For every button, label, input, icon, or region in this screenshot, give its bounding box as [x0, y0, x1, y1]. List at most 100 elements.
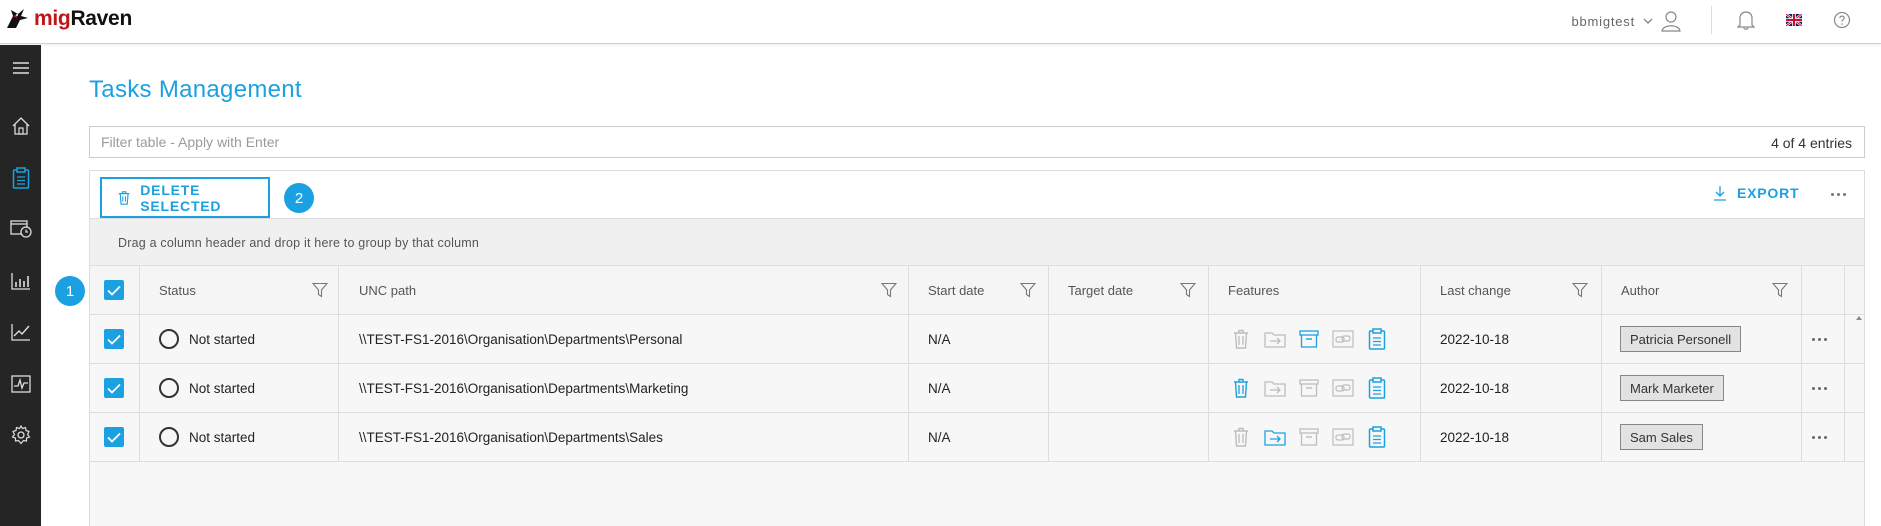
clipboard-icon[interactable]	[1366, 377, 1388, 399]
filter-table-input[interactable]	[90, 127, 1590, 157]
group-by-drop-zone[interactable]: Drag a column header and drop it here to…	[89, 218, 1865, 265]
row-select-checkbox[interactable]	[104, 378, 124, 398]
column-header-unc-path[interactable]: UNC path	[359, 266, 416, 314]
column-divider	[1048, 364, 1049, 412]
menu-hamburger-icon[interactable]	[0, 53, 41, 83]
move-folder-icon[interactable]	[1264, 328, 1286, 350]
table-row[interactable]: Not started \\TEST-FS1-2016\Organisation\…	[90, 314, 1864, 363]
author-cell: Mark Marketer	[1620, 364, 1724, 412]
start-date-cell: N/A	[928, 429, 951, 445]
move-folder-icon[interactable]	[1264, 426, 1286, 448]
column-divider	[1420, 413, 1421, 461]
column-divider	[1048, 266, 1049, 314]
target-date-filter-funnel-icon[interactable]	[1180, 282, 1196, 298]
column-divider	[1801, 364, 1802, 412]
top-bar: migRaven bbmigtest	[0, 0, 1881, 44]
column-divider	[1801, 266, 1802, 314]
status-circle-icon	[159, 378, 179, 398]
toolbar-more-options-icon[interactable]	[1831, 193, 1846, 196]
notifications-bell-icon[interactable]	[1734, 8, 1758, 32]
table-row[interactable]: Not started \\TEST-FS1-2016\Organisation\…	[90, 363, 1864, 412]
row-more-options-icon[interactable]	[1812, 337, 1827, 341]
column-header-last-change[interactable]: Last change	[1440, 266, 1511, 314]
row-more-cell	[1812, 315, 1827, 363]
column-divider	[139, 364, 140, 412]
archive-icon[interactable]	[1298, 377, 1320, 399]
author-cell: Sam Sales	[1620, 413, 1703, 461]
scheduled-tasks-icon[interactable]	[0, 214, 41, 244]
status-text: Not started	[189, 331, 256, 347]
column-divider	[1844, 315, 1845, 363]
filter-bar: 4 of 4 entries	[89, 126, 1865, 158]
line-chart-icon[interactable]	[0, 317, 41, 347]
last-change-filter-funnel-icon[interactable]	[1572, 282, 1588, 298]
export-button[interactable]: EXPORT	[1713, 185, 1799, 201]
sidebar	[0, 45, 41, 526]
column-divider	[1420, 315, 1421, 363]
column-header-start-date[interactable]: Start date	[928, 266, 984, 314]
column-divider	[338, 413, 339, 461]
unc-path-filter-funnel-icon[interactable]	[881, 282, 897, 298]
trash-icon	[118, 190, 130, 205]
annotation-badge-1: 1	[55, 276, 85, 306]
language-uk-flag-icon[interactable]	[1782, 8, 1806, 32]
status-cell: Not started	[159, 315, 255, 363]
column-header-features[interactable]: Features	[1228, 266, 1279, 314]
archive-icon[interactable]	[1298, 328, 1320, 350]
column-divider	[1420, 364, 1421, 412]
column-divider	[1208, 315, 1209, 363]
trash-icon[interactable]	[1230, 426, 1252, 448]
monitor-activity-icon[interactable]	[0, 369, 41, 399]
home-icon[interactable]	[0, 111, 41, 141]
settings-gear-icon[interactable]	[0, 420, 41, 450]
start-date-cell: N/A	[928, 380, 951, 396]
start-date-filter-funnel-icon[interactable]	[1020, 282, 1036, 298]
status-filter-funnel-icon[interactable]	[312, 282, 328, 298]
row-select-checkbox[interactable]	[104, 427, 124, 447]
column-divider	[908, 413, 909, 461]
row-more-options-icon[interactable]	[1812, 435, 1827, 439]
table-row[interactable]: Not started \\TEST-FS1-2016\Organisation\…	[90, 412, 1864, 461]
app-logo[interactable]: migRaven	[4, 6, 132, 32]
table-header-row: Status UNC path Start date Target date F…	[90, 265, 1864, 314]
start-date-cell: N/A	[928, 331, 951, 347]
link-icon[interactable]	[1332, 377, 1354, 399]
trash-icon[interactable]	[1230, 377, 1252, 399]
column-header-status[interactable]: Status	[159, 266, 196, 314]
select-all-checkbox[interactable]	[104, 280, 124, 300]
user-menu[interactable]: bbmigtest	[1571, 10, 1681, 32]
link-icon[interactable]	[1332, 328, 1354, 350]
trash-icon[interactable]	[1230, 328, 1252, 350]
clipboard-icon[interactable]	[1366, 328, 1388, 350]
column-divider	[1601, 413, 1602, 461]
features-cell	[1230, 364, 1388, 412]
row-select-checkbox[interactable]	[104, 329, 124, 349]
row-select-cell	[104, 315, 128, 363]
column-divider	[338, 266, 339, 314]
clipboard-icon[interactable]	[1366, 426, 1388, 448]
author-filter-funnel-icon[interactable]	[1772, 282, 1788, 298]
row-select-cell	[104, 413, 128, 461]
help-icon[interactable]	[1830, 8, 1854, 32]
unc-path-cell: \\TEST-FS1-2016\Organisation\Departments…	[359, 380, 689, 396]
column-divider	[1601, 364, 1602, 412]
status-text: Not started	[189, 429, 256, 445]
annotation-badge-2: 2	[284, 183, 314, 213]
column-divider	[1420, 266, 1421, 314]
column-header-author[interactable]: Author	[1621, 266, 1659, 314]
column-divider	[1844, 364, 1845, 412]
move-folder-icon[interactable]	[1264, 377, 1286, 399]
archive-icon[interactable]	[1298, 426, 1320, 448]
delete-selected-button[interactable]: DELETE SELECTED	[100, 177, 270, 218]
column-divider	[1208, 413, 1209, 461]
column-divider	[139, 413, 140, 461]
column-divider	[1601, 266, 1602, 314]
scroll-up-arrow-icon[interactable]	[1855, 314, 1863, 322]
header-divider	[1711, 6, 1712, 34]
tasks-clipboard-icon[interactable]	[0, 163, 41, 193]
bar-chart-icon[interactable]	[0, 266, 41, 296]
row-more-options-icon[interactable]	[1812, 386, 1827, 390]
column-header-target-date[interactable]: Target date	[1068, 266, 1133, 314]
link-icon[interactable]	[1332, 426, 1354, 448]
last-change-cell: 2022-10-18	[1440, 331, 1510, 347]
